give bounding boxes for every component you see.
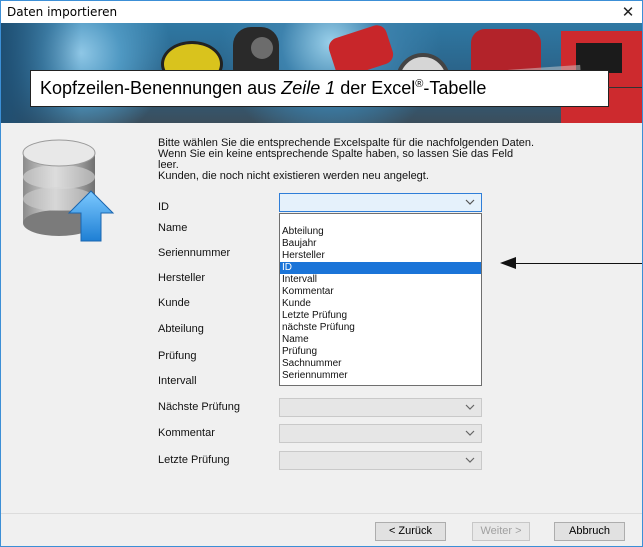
chevron-down-icon (465, 430, 475, 436)
chevron-down-icon (465, 404, 475, 410)
dropdown-option[interactable]: Prüfung (280, 346, 481, 358)
database-import-icon (22, 139, 115, 242)
dropdown-option[interactable]: Sachnummer (280, 358, 481, 370)
instruction-text: Bitte wählen Sie die entsprechende Excel… (158, 138, 618, 182)
import-dialog: Daten importieren ✕ Kopfzeilen-Benennung… (0, 0, 643, 547)
annotation-callout: Kopfzeilen-Benennungen aus Zeile 1 der E… (30, 70, 609, 107)
label-pruefung: Prüfung (158, 350, 197, 362)
title-bar: Daten importieren ✕ (1, 1, 642, 23)
label-id: ID (158, 201, 169, 213)
dropdown-option[interactable]: Seriennummer (280, 370, 481, 382)
combo-naechste-pruefung[interactable] (279, 398, 482, 417)
cancel-button[interactable]: Abbruch (554, 522, 625, 541)
dropdown-option[interactable]: nächste Prüfung (280, 322, 481, 334)
label-naechste-pruefung: Nächste Prüfung (158, 401, 240, 413)
close-icon[interactable]: ✕ (618, 2, 638, 22)
combo-letzte-pruefung[interactable] (279, 451, 482, 470)
combo-kommentar[interactable] (279, 424, 482, 443)
dropdown-option[interactable]: Baujahr (280, 238, 481, 250)
window-title: Daten importieren (7, 5, 118, 19)
dropdown-option[interactable]: Kunde (280, 298, 481, 310)
instruction-line: Wenn Sie ein keine entsprechende Spalte … (158, 148, 514, 160)
label-kunde: Kunde (158, 297, 190, 309)
chevron-down-icon (465, 457, 475, 463)
next-button[interactable]: Weiter > (472, 522, 530, 541)
callout-text: Kopfzeilen-Benennungen aus Zeile 1 der E… (40, 78, 487, 98)
callout-connector-line (608, 87, 642, 88)
label-name: Name (158, 222, 188, 234)
label-hersteller: Hersteller (158, 272, 206, 284)
dropdown-option[interactable]: Name (280, 334, 481, 346)
column-dropdown-list[interactable]: Abteilung Baujahr Hersteller ID Interval… (279, 213, 482, 386)
dropdown-option[interactable]: Hersteller (280, 250, 481, 262)
back-button[interactable]: < Zurück (375, 522, 446, 541)
instruction-line: Kunden, die noch nicht existieren werden… (158, 170, 429, 182)
label-intervall: Intervall (158, 375, 197, 387)
dropdown-option-selected[interactable]: ID (280, 262, 481, 274)
footer-separator (1, 513, 642, 514)
chevron-down-icon (465, 199, 475, 205)
label-letzte-pruefung: Letzte Prüfung (158, 454, 230, 466)
dropdown-option[interactable]: Abteilung (280, 226, 481, 238)
combo-id[interactable] (279, 193, 482, 212)
pointer-arrow-line (513, 263, 642, 264)
label-kommentar: Kommentar (158, 427, 215, 439)
dropdown-option[interactable]: Intervall (280, 274, 481, 286)
dropdown-option[interactable]: Kommentar (280, 286, 481, 298)
label-seriennummer: Seriennummer (158, 247, 231, 259)
label-abteilung: Abteilung (158, 323, 204, 335)
dropdown-option[interactable]: Letzte Prüfung (280, 310, 481, 322)
